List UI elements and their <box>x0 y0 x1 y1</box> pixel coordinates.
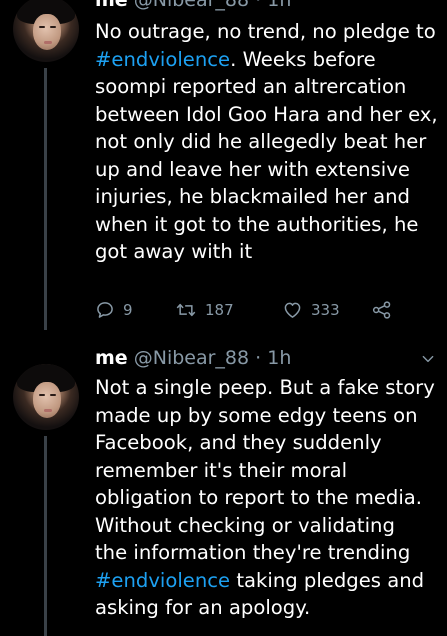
chevron-down-icon[interactable] <box>421 352 435 366</box>
avatar-face <box>33 14 61 50</box>
avatar[interactable] <box>13 364 79 430</box>
avatar-eye <box>39 26 45 28</box>
like-button[interactable]: 333 <box>282 298 340 322</box>
tweet-actions: 9 187 333 <box>95 298 395 322</box>
share-icon <box>372 301 391 319</box>
avatar-lips <box>44 409 52 412</box>
avatar[interactable] <box>13 0 79 62</box>
hashtag-link[interactable]: #endviolence <box>95 48 230 71</box>
tweet[interactable]: me @Nibear_88 · 1h No outrage, no trend,… <box>0 0 447 330</box>
thread-line <box>44 436 47 636</box>
avatar-lips <box>44 41 52 44</box>
display-name[interactable]: me <box>95 347 128 369</box>
thread-line <box>44 68 47 330</box>
timeline: me @Nibear_88 · 1h No outrage, no trend,… <box>0 0 447 636</box>
display-name[interactable]: me <box>95 0 128 11</box>
tweet-text-part: Not a single peep. But a fake story made… <box>95 376 435 564</box>
reply-count: 9 <box>123 301 133 319</box>
like-count: 333 <box>311 301 340 319</box>
retweet-button[interactable]: 187 <box>175 298 234 322</box>
avatar-face <box>33 382 61 418</box>
tweet-header: me @Nibear_88 · 1h <box>95 344 291 372</box>
avatar-eye <box>50 394 56 396</box>
reply-button[interactable]: 9 <box>95 298 133 322</box>
tweet-text: No outrage, no trend, no pledge to #endv… <box>95 18 440 266</box>
share-button[interactable] <box>372 298 392 322</box>
tweet-header: me @Nibear_88 · 1h <box>95 0 291 14</box>
timestamp[interactable]: 1h <box>267 347 291 369</box>
heart-icon <box>284 302 301 318</box>
timestamp[interactable]: 1h <box>267 0 291 11</box>
retweet-count: 187 <box>205 301 234 319</box>
tweet-text-part: . Weeks before soompi reported an altrer… <box>95 47 438 264</box>
reply-icon <box>97 302 113 318</box>
handle[interactable]: @Nibear_88 <box>134 0 249 11</box>
tweet-text: Not a single peep. But a fake story made… <box>95 374 440 622</box>
tweet[interactable]: me @Nibear_88 · 1h Not a single peep. Bu… <box>0 340 447 636</box>
separator: · <box>255 0 262 11</box>
separator: · <box>255 347 262 369</box>
avatar-eye <box>39 394 45 396</box>
hashtag-link[interactable]: #endviolence <box>95 569 230 592</box>
tweet-text-part: No outrage, no trend, no pledge to <box>95 20 436 43</box>
handle[interactable]: @Nibear_88 <box>134 347 249 369</box>
avatar-eye <box>50 26 56 28</box>
retweet-icon <box>176 303 196 317</box>
